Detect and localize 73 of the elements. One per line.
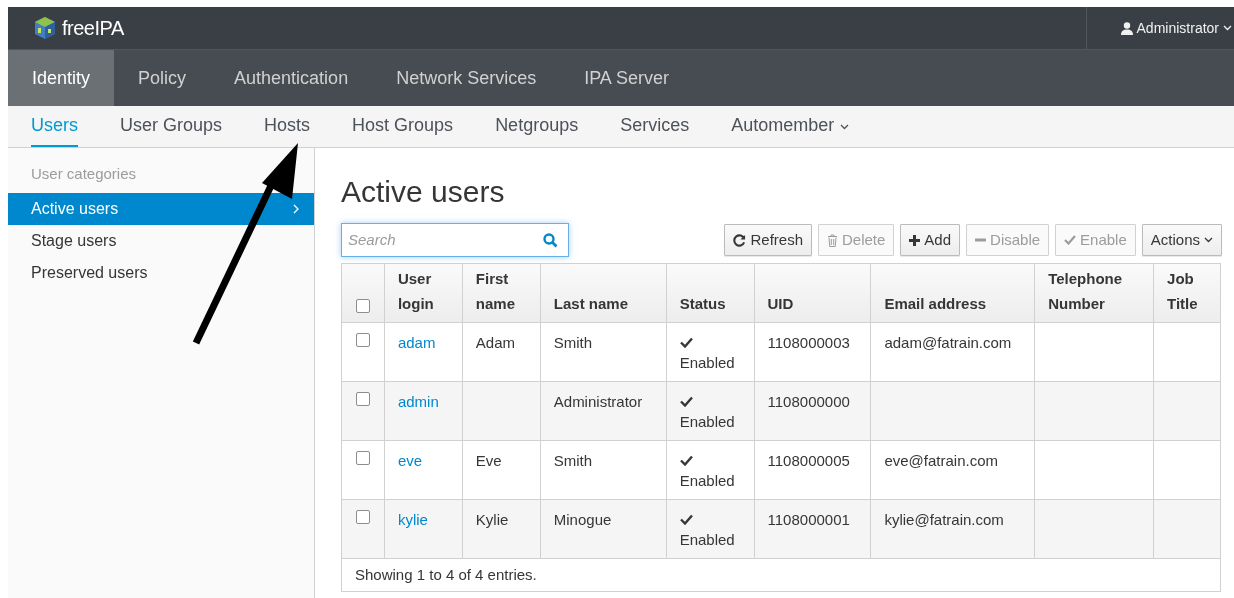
sidebar-item[interactable]: Stage users <box>8 225 314 257</box>
table-cell: 1108000000 <box>767 393 850 410</box>
caret-icon <box>1223 25 1232 31</box>
column-header: UID <box>767 294 794 314</box>
table-cell: kylie@fatrain.com <box>884 511 1004 528</box>
check-icon <box>679 337 693 348</box>
table-cell: 1108000005 <box>767 452 850 469</box>
table-cell: Kylie <box>475 511 509 528</box>
main-nav-tab[interactable]: Authentication <box>210 50 373 106</box>
table-cell: Smith <box>553 334 593 351</box>
column-header: User login <box>397 269 435 314</box>
sidebar-item[interactable]: Active users <box>8 193 314 225</box>
table-cell: adam@fatrain.com <box>884 334 1012 351</box>
sub-nav-tab[interactable]: Hosts <box>264 106 311 147</box>
table-cell: Administrator <box>553 393 643 410</box>
main-nav-tab[interactable]: Identity <box>8 50 115 106</box>
table-cell: 1108000003 <box>767 334 850 351</box>
table-cell: 1108000001 <box>767 511 850 528</box>
toolbar-button[interactable]: Refresh <box>724 224 812 256</box>
table-cell: Minogue <box>553 511 612 528</box>
sidebar-item[interactable]: Preserved users <box>8 257 314 289</box>
user-login-link[interactable]: admin <box>397 393 439 410</box>
check-icon <box>1064 235 1077 245</box>
sub-nav-tab[interactable]: Services <box>620 106 690 147</box>
checkbox[interactable] <box>355 333 370 347</box>
user-login-link[interactable]: adam <box>397 334 436 351</box>
column-header: Job Title <box>1167 269 1199 314</box>
check-icon <box>679 455 693 466</box>
user-login-link[interactable]: eve <box>397 452 423 469</box>
sub-nav-tab[interactable]: Automember <box>731 106 850 147</box>
status-text: Enabled <box>679 412 735 432</box>
table-cell: Smith <box>553 452 593 469</box>
main-nav-tab[interactable]: IPA Server <box>560 50 693 106</box>
trash-icon <box>827 233 838 247</box>
column-header: Last name <box>553 294 628 314</box>
table-cell: Adam <box>475 334 516 351</box>
page-title: Active users <box>341 174 506 210</box>
user-login-link[interactable]: kylie <box>397 511 428 528</box>
column-header: First name <box>475 269 517 314</box>
checkbox[interactable] <box>355 392 370 406</box>
table-footer-text: Showing 1 to 4 of 4 entries. <box>355 564 537 585</box>
brand-name: freeIPA <box>62 16 124 41</box>
search-box[interactable]: Search <box>341 223 569 257</box>
user-icon <box>1120 21 1133 35</box>
chevron-right-icon <box>293 204 299 214</box>
table-cell: eve@fatrain.com <box>884 452 998 469</box>
actions-dropdown[interactable]: Actions <box>1141 224 1222 256</box>
status-text: Enabled <box>679 530 735 550</box>
cube-logo-icon <box>34 16 56 40</box>
checkbox[interactable] <box>355 299 370 313</box>
status-text: Enabled <box>679 353 735 373</box>
main-nav-tab[interactable]: Policy <box>114 50 211 106</box>
caret-icon <box>1204 237 1213 243</box>
search-icon[interactable] <box>543 232 558 248</box>
column-header: Email address <box>884 294 987 314</box>
main-nav-tab[interactable]: Network Services <box>372 50 561 106</box>
sub-nav-tab[interactable]: Netgroups <box>495 106 579 147</box>
checkbox[interactable] <box>355 451 370 465</box>
plus-icon <box>909 234 921 246</box>
column-header: Telephone Number <box>1048 269 1124 314</box>
sidebar-heading: User categories <box>30 164 138 184</box>
sub-nav-tab[interactable]: User Groups <box>120 106 223 147</box>
check-icon <box>679 396 693 407</box>
sub-nav-tab[interactable]: Host Groups <box>352 106 454 147</box>
toolbar-button[interactable]: Add <box>900 224 961 256</box>
column-header: Status <box>679 294 726 314</box>
table-cell: Eve <box>475 452 502 469</box>
status-text: Enabled <box>679 471 735 491</box>
search-field[interactable]: Search <box>348 228 543 252</box>
refresh-icon <box>733 233 747 247</box>
checkbox[interactable] <box>355 510 370 524</box>
minus-icon <box>975 238 987 242</box>
check-icon <box>679 514 693 525</box>
